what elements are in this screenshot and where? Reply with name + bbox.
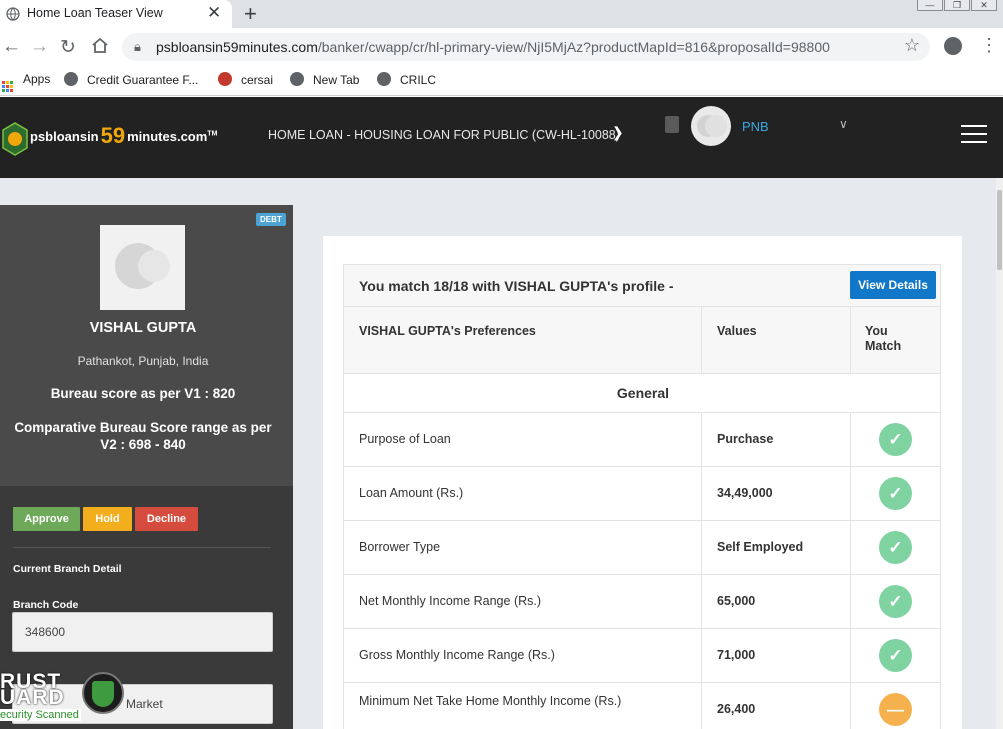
bookmark-credit-guarantee[interactable]: Credit Guarantee F... <box>64 72 198 87</box>
partial-match-icon: — <box>879 693 912 726</box>
bookmark-crilc[interactable]: CRILC <box>377 72 436 87</box>
table-row: Purpose of Loan Purchase ✓ <box>343 413 941 467</box>
browser-tab[interactable]: Home Loan Teaser View ✕ <box>0 0 232 28</box>
avatar[interactable] <box>691 106 731 146</box>
globe-icon <box>64 72 78 86</box>
section-row-general: General <box>343 374 941 413</box>
chevron-down-icon[interactable]: ❯ <box>612 124 624 141</box>
branch-section-title: Current Branch Detail <box>13 563 122 575</box>
bookmark-new-tab[interactable]: New Tab <box>290 72 359 87</box>
url-input[interactable]: 🔒︎ psbloansin59minutes.com/banker/cwapp/… <box>122 33 930 61</box>
view-details-button[interactable]: View Details <box>850 271 936 299</box>
table-row: Minimum Net Take Home Monthly Income (Rs… <box>343 683 941 729</box>
apps-icon <box>2 81 13 92</box>
loan-product-title[interactable]: HOME LOAN - HOUSING LOAN FOR PUBLIC (CW-… <box>268 128 620 142</box>
close-icon[interactable]: ✕ <box>207 3 221 23</box>
preference-value: 65,000 <box>717 594 756 608</box>
account-icon[interactable] <box>944 37 962 55</box>
hold-button[interactable]: Hold <box>83 507 132 531</box>
preference-label: Net Monthly Income Range (Rs.) <box>359 594 542 608</box>
check-icon: ✓ <box>879 477 912 510</box>
preference-label: Minimum Net Take Home Monthly Income (Rs… <box>359 694 622 708</box>
profile-name: VISHAL GUPTA <box>89 320 197 336</box>
minimize-icon[interactable]: — <box>917 0 943 11</box>
preference-value: 71,000 <box>717 648 756 662</box>
back-icon[interactable]: ← <box>2 36 21 58</box>
preference-value: Self Employed <box>717 540 804 554</box>
branch-code-field[interactable]: 348600 <box>12 612 273 652</box>
star-icon[interactable]: ☆ <box>904 35 920 56</box>
table-row: Net Monthly Income Range (Rs.) 65,000 ✓ <box>343 575 941 629</box>
check-icon: ✓ <box>879 423 912 456</box>
tab-title: Home Loan Teaser View <box>27 6 163 20</box>
preference-value: 34,49,000 <box>717 486 773 500</box>
preference-value: Purchase <box>717 432 774 446</box>
window-close-icon[interactable]: ✕ <box>971 0 997 11</box>
decline-button[interactable]: Decline <box>135 507 198 531</box>
chevron-down-icon[interactable]: ∨ <box>839 117 848 131</box>
home-icon[interactable] <box>91 37 109 54</box>
table-row: Borrower Type Self Employed ✓ <box>343 521 941 575</box>
match-summary-header: You match 18/18 with VISHAL GUPTA's prof… <box>343 264 941 307</box>
bookmarks-bar: Apps Credit Guarantee F... cersai New Ta… <box>0 66 1003 96</box>
bank-name[interactable]: PNB <box>742 119 769 134</box>
browser-tab-strip: Home Loan Teaser View ✕ + — ❐ ✕ <box>0 0 1003 28</box>
match-summary: You match 18/18 with VISHAL GUPTA's prof… <box>359 278 674 294</box>
trustguard-seal[interactable]: RUST UARD ecurity Scanned <box>0 670 124 729</box>
table-row: Gross Monthly Income Range (Rs.) 71,000 … <box>343 629 941 683</box>
globe-icon <box>290 72 304 86</box>
url-text: psbloansin59minutes.com/banker/cwapp/cr/… <box>156 39 830 55</box>
globe-icon <box>6 7 20 21</box>
bureau-score-v1: Bureau score as per V1 : 820 <box>50 386 236 401</box>
reload-icon[interactable]: ↻ <box>60 36 76 59</box>
profile-location: Pathankot, Punjab, India <box>77 354 209 368</box>
preference-label: Gross Monthly Income Range (Rs.) <box>359 648 555 662</box>
more-menu-icon[interactable]: ⋮ <box>980 35 998 56</box>
address-bar: ← → ↻ 🔒︎ psbloansin59minutes.com/banker/… <box>0 28 1003 66</box>
psb-logo-icon[interactable] <box>2 122 28 156</box>
window-controls: — ❐ ✕ <box>916 0 997 11</box>
debt-badge: DEBT <box>256 213 286 226</box>
bureau-score-v2: Comparative Bureau Score range as per V2… <box>14 420 272 452</box>
preference-label: Purpose of Loan <box>359 432 451 446</box>
bookmark-cersai[interactable]: cersai <box>218 72 273 87</box>
column-header-preferences: VISHAL GUPTA's Preferences <box>359 324 536 338</box>
restore-icon[interactable]: ❐ <box>944 0 970 11</box>
table-row: Loan Amount (Rs.) 34,49,000 ✓ <box>343 467 941 521</box>
profile-panel: DEBT VISHAL GUPTA Pathankot, Punjab, Ind… <box>0 205 293 729</box>
preference-value: 26,400 <box>717 702 756 716</box>
new-tab-icon[interactable]: + <box>244 1 257 27</box>
page-strip <box>0 178 1003 205</box>
column-header-match: You Match <box>865 324 902 353</box>
check-icon: ✓ <box>879 639 912 672</box>
forward-icon[interactable]: → <box>30 36 49 58</box>
preference-label: Borrower Type <box>359 540 441 554</box>
globe-icon <box>377 72 391 86</box>
site-logo[interactable]: psbloansin59 minutes.comTM <box>30 123 217 149</box>
check-icon: ✓ <box>879 585 912 618</box>
menu-icon[interactable] <box>961 125 987 143</box>
section-title: General <box>616 385 670 401</box>
check-icon: ✓ <box>879 531 912 564</box>
bookmark-apps[interactable]: Apps <box>2 72 50 92</box>
approve-button[interactable]: Approve <box>13 507 80 531</box>
cersai-icon <box>218 72 232 86</box>
column-header-values: Values <box>717 324 757 338</box>
divider <box>13 547 271 548</box>
profile-photo <box>100 225 185 310</box>
calculator-icon[interactable] <box>665 116 679 133</box>
page-scrollbar[interactable] <box>996 178 1003 729</box>
shield-icon <box>82 672 124 714</box>
table-header-row: VISHAL GUPTA's Preferences Values You Ma… <box>343 307 941 374</box>
preference-label: Loan Amount (Rs.) <box>359 486 464 500</box>
lock-icon: 🔒︎ <box>134 39 141 54</box>
branch-code-label: Branch Code <box>13 599 79 611</box>
profile-summary: DEBT VISHAL GUPTA Pathankot, Punjab, Ind… <box>0 205 293 486</box>
